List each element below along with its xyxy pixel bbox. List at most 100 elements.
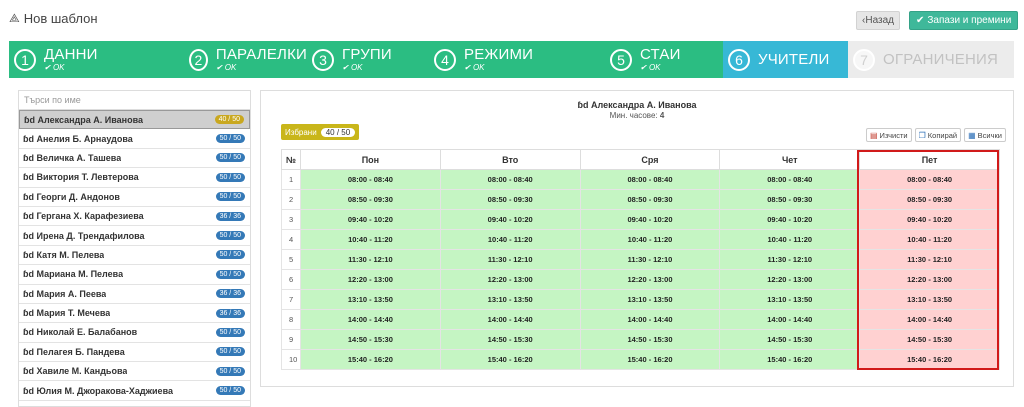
time-slot-cell[interactable]: 14:50 - 15:30	[859, 329, 1000, 350]
time-slot-cell[interactable]: 09:40 - 10:20	[579, 209, 721, 230]
teacher-name: ɓd Александра А. Иванова	[24, 114, 144, 125]
time-slot-cell[interactable]: 14:00 - 14:40	[579, 309, 721, 330]
time-slot-cell[interactable]: 13:10 - 13:50	[439, 289, 581, 310]
hours-badge: 50 / 50	[215, 250, 245, 260]
time-slot-cell[interactable]: 12:20 - 13:00	[300, 269, 441, 290]
time-slot-cell[interactable]: 11:30 - 12:10	[300, 249, 441, 270]
time-slot-cell[interactable]: 13:10 - 13:50	[859, 289, 1000, 310]
hours-badge: 50 / 50	[215, 347, 245, 357]
glasses-icon: ɓd	[24, 114, 38, 125]
time-slot-cell[interactable]: 14:00 - 14:40	[439, 309, 581, 330]
day-header[interactable]: Пет	[859, 149, 1000, 170]
wizard-step-uchiteli[interactable]: 6 УЧИТЕЛИ	[723, 41, 848, 78]
teacher-item[interactable]: ɓd Пелагея Б. Пандева 50 / 50	[19, 343, 250, 363]
time-slot-cell[interactable]: 12:20 - 13:00	[579, 269, 721, 290]
time-slot-cell[interactable]: 14:00 - 14:40	[719, 309, 861, 330]
time-slot-cell[interactable]: 13:10 - 13:50	[300, 289, 441, 310]
page-title-text: Нов шаблон	[23, 11, 98, 26]
day-header[interactable]: Чет	[719, 149, 861, 170]
glasses-icon: ɓd	[23, 230, 37, 241]
wizard-step-ogranicheniya[interactable]: 7 ОГРАНИЧЕНИЯ	[848, 41, 1014, 78]
teacher-name: ɓd Анелия Б. Арнаудова	[23, 133, 133, 144]
glasses-icon: ɓd	[23, 327, 37, 338]
teacher-item[interactable]: ɓd Анелия Б. Арнаудова 50 / 50	[19, 129, 250, 149]
save-and-next-button[interactable]: ✔ Запази и премини	[909, 11, 1019, 30]
time-slot-cell[interactable]: 10:40 - 11:20	[859, 229, 1000, 250]
teacher-item[interactable]: ɓd Мария А. Пеева 36 / 36	[19, 285, 250, 304]
teacher-item[interactable]: ɓd Величка А. Ташева 50 / 50	[19, 149, 250, 169]
day-header[interactable]: Сря	[579, 149, 721, 170]
time-slot-cell[interactable]: 14:50 - 15:30	[719, 329, 861, 350]
teacher-search-input[interactable]: Търси по име	[19, 91, 250, 110]
time-slot-cell[interactable]: 08:50 - 09:30	[719, 189, 861, 210]
day-header[interactable]: Пон	[300, 149, 441, 170]
teacher-item[interactable]: ɓd Николай Е. Балабанов 50 / 50	[19, 323, 250, 343]
time-slot-cell[interactable]: 09:40 - 10:20	[300, 209, 441, 230]
teacher-item[interactable]: ɓd Александра А. Иванова 40 / 50	[19, 110, 250, 130]
wizard-step-data[interactable]: 1 ДАННИ ✔ OK	[9, 41, 184, 78]
schedule-actions: ▤ Изчисти ❐ Копирай ▦ Всички	[865, 128, 1006, 142]
time-slot-cell[interactable]: 09:40 - 10:20	[439, 209, 581, 230]
day-header[interactable]: Вто	[439, 149, 581, 170]
wizard-step-grupi[interactable]: 3 ГРУПИ ✔ OK	[307, 41, 429, 78]
teacher-item[interactable]: ɓd Гергана Х. Карафезиева 36 / 36	[19, 207, 250, 227]
time-slot-cell[interactable]: 10:40 - 11:20	[300, 229, 441, 250]
time-slot-cell[interactable]: 08:00 - 08:40	[300, 169, 441, 190]
time-slot-cell[interactable]: 08:00 - 08:40	[439, 169, 581, 190]
wizard-step-rezhimi[interactable]: 4 РЕЖИМИ ✔ OK	[429, 41, 605, 78]
time-slot-cell[interactable]: 14:50 - 15:30	[439, 329, 581, 350]
hours-badge: 50 / 50	[215, 366, 245, 376]
teacher-name: ɓd Мария Т. Мечева	[23, 308, 111, 319]
time-slot-cell[interactable]: 11:30 - 12:10	[719, 249, 861, 270]
time-slot-cell[interactable]: 08:00 - 08:40	[859, 169, 1000, 190]
step-number: 5	[610, 48, 632, 71]
time-slot-cell[interactable]: 11:30 - 12:10	[579, 249, 721, 270]
copy-button[interactable]: ❐ Копирай	[914, 128, 962, 142]
teacher-item[interactable]: ɓd Юлия М. Джоракова-Хаджиева 50 / 50	[19, 381, 250, 401]
time-slot-cell[interactable]: 09:40 - 10:20	[859, 209, 1000, 230]
teacher-item[interactable]: ɓd Мариана М. Пелева 50 / 50	[19, 265, 250, 285]
time-slot-cell[interactable]: 08:50 - 09:30	[579, 189, 721, 210]
time-slot-cell[interactable]: 13:10 - 13:50	[579, 289, 721, 310]
time-slot-cell[interactable]: 14:50 - 15:30	[300, 329, 441, 350]
hours-badge: 50 / 50	[215, 192, 245, 202]
select-all-button[interactable]: ▦ Всички	[964, 128, 1006, 142]
wizard-step-paralelki[interactable]: 2 ПАРАЛЕЛКИ ✔ OK	[184, 41, 307, 78]
step-status: ✔ OK	[342, 63, 363, 72]
time-slot-cell[interactable]: 08:00 - 08:40	[579, 169, 721, 190]
time-slot-cell[interactable]: 12:20 - 13:00	[859, 269, 1000, 290]
time-slot-cell[interactable]: 10:40 - 11:20	[719, 229, 861, 250]
time-slot-cell[interactable]: 14:50 - 15:30	[579, 329, 721, 350]
time-slot-cell[interactable]: 12:20 - 13:00	[719, 269, 861, 290]
time-slot-cell[interactable]: 09:40 - 10:20	[719, 209, 861, 230]
hours-badge: 50 / 50	[215, 172, 245, 182]
time-slot-cell[interactable]: 08:50 - 09:30	[859, 189, 1000, 210]
time-slot-cell[interactable]: 08:50 - 09:30	[300, 189, 441, 210]
time-slot-cell[interactable]: 14:00 - 14:40	[300, 309, 441, 330]
back-button[interactable]: ‹ Назад	[856, 11, 900, 30]
teacher-item[interactable]: ɓd Георги Д. Андонов 50 / 50	[19, 188, 250, 207]
hours-badge: 50 / 50	[215, 327, 245, 337]
time-slot-cell[interactable]: 15:40 - 16:20	[300, 349, 441, 370]
time-slot-cell[interactable]: 10:40 - 11:20	[579, 229, 721, 250]
teacher-item[interactable]: ɓd Виктория Т. Левтерова 50 / 50	[19, 168, 250, 188]
time-slot-cell[interactable]: 11:30 - 12:10	[439, 249, 581, 270]
time-slot-cell[interactable]: 10:40 - 11:20	[439, 229, 581, 250]
teacher-item[interactable]: ɓd Ирена Д. Трендафилова 50 / 50	[19, 226, 250, 246]
teacher-item[interactable]: ɓd Катя М. Пелева 50 / 50	[19, 246, 250, 266]
time-slot-cell[interactable]: 08:00 - 08:40	[719, 169, 861, 190]
time-slot-cell[interactable]: 11:30 - 12:10	[859, 249, 1000, 270]
clear-button[interactable]: ▤ Изчисти	[865, 128, 912, 142]
time-slot-cell[interactable]: 15:40 - 16:20	[579, 349, 721, 370]
teacher-item[interactable]: ɓd Хавиле М. Кандьова 50 / 50	[19, 362, 250, 382]
wizard-step-stai[interactable]: 5 СТАИ ✔ OK	[605, 41, 723, 78]
time-slot-cell[interactable]: 08:50 - 09:30	[439, 189, 581, 210]
time-slot-cell[interactable]: 12:20 - 13:00	[439, 269, 581, 290]
time-slot-cell[interactable]: 15:40 - 16:20	[719, 349, 861, 370]
hours-badge: 36 / 36	[215, 308, 245, 318]
teacher-item[interactable]: ɓd Мария Т. Мечева 36 / 36	[19, 304, 250, 324]
time-slot-cell[interactable]: 13:10 - 13:50	[719, 289, 861, 310]
time-slot-cell[interactable]: 15:40 - 16:20	[859, 349, 1000, 370]
time-slot-cell[interactable]: 14:00 - 14:40	[859, 309, 1000, 330]
time-slot-cell[interactable]: 15:40 - 16:20	[439, 349, 581, 370]
